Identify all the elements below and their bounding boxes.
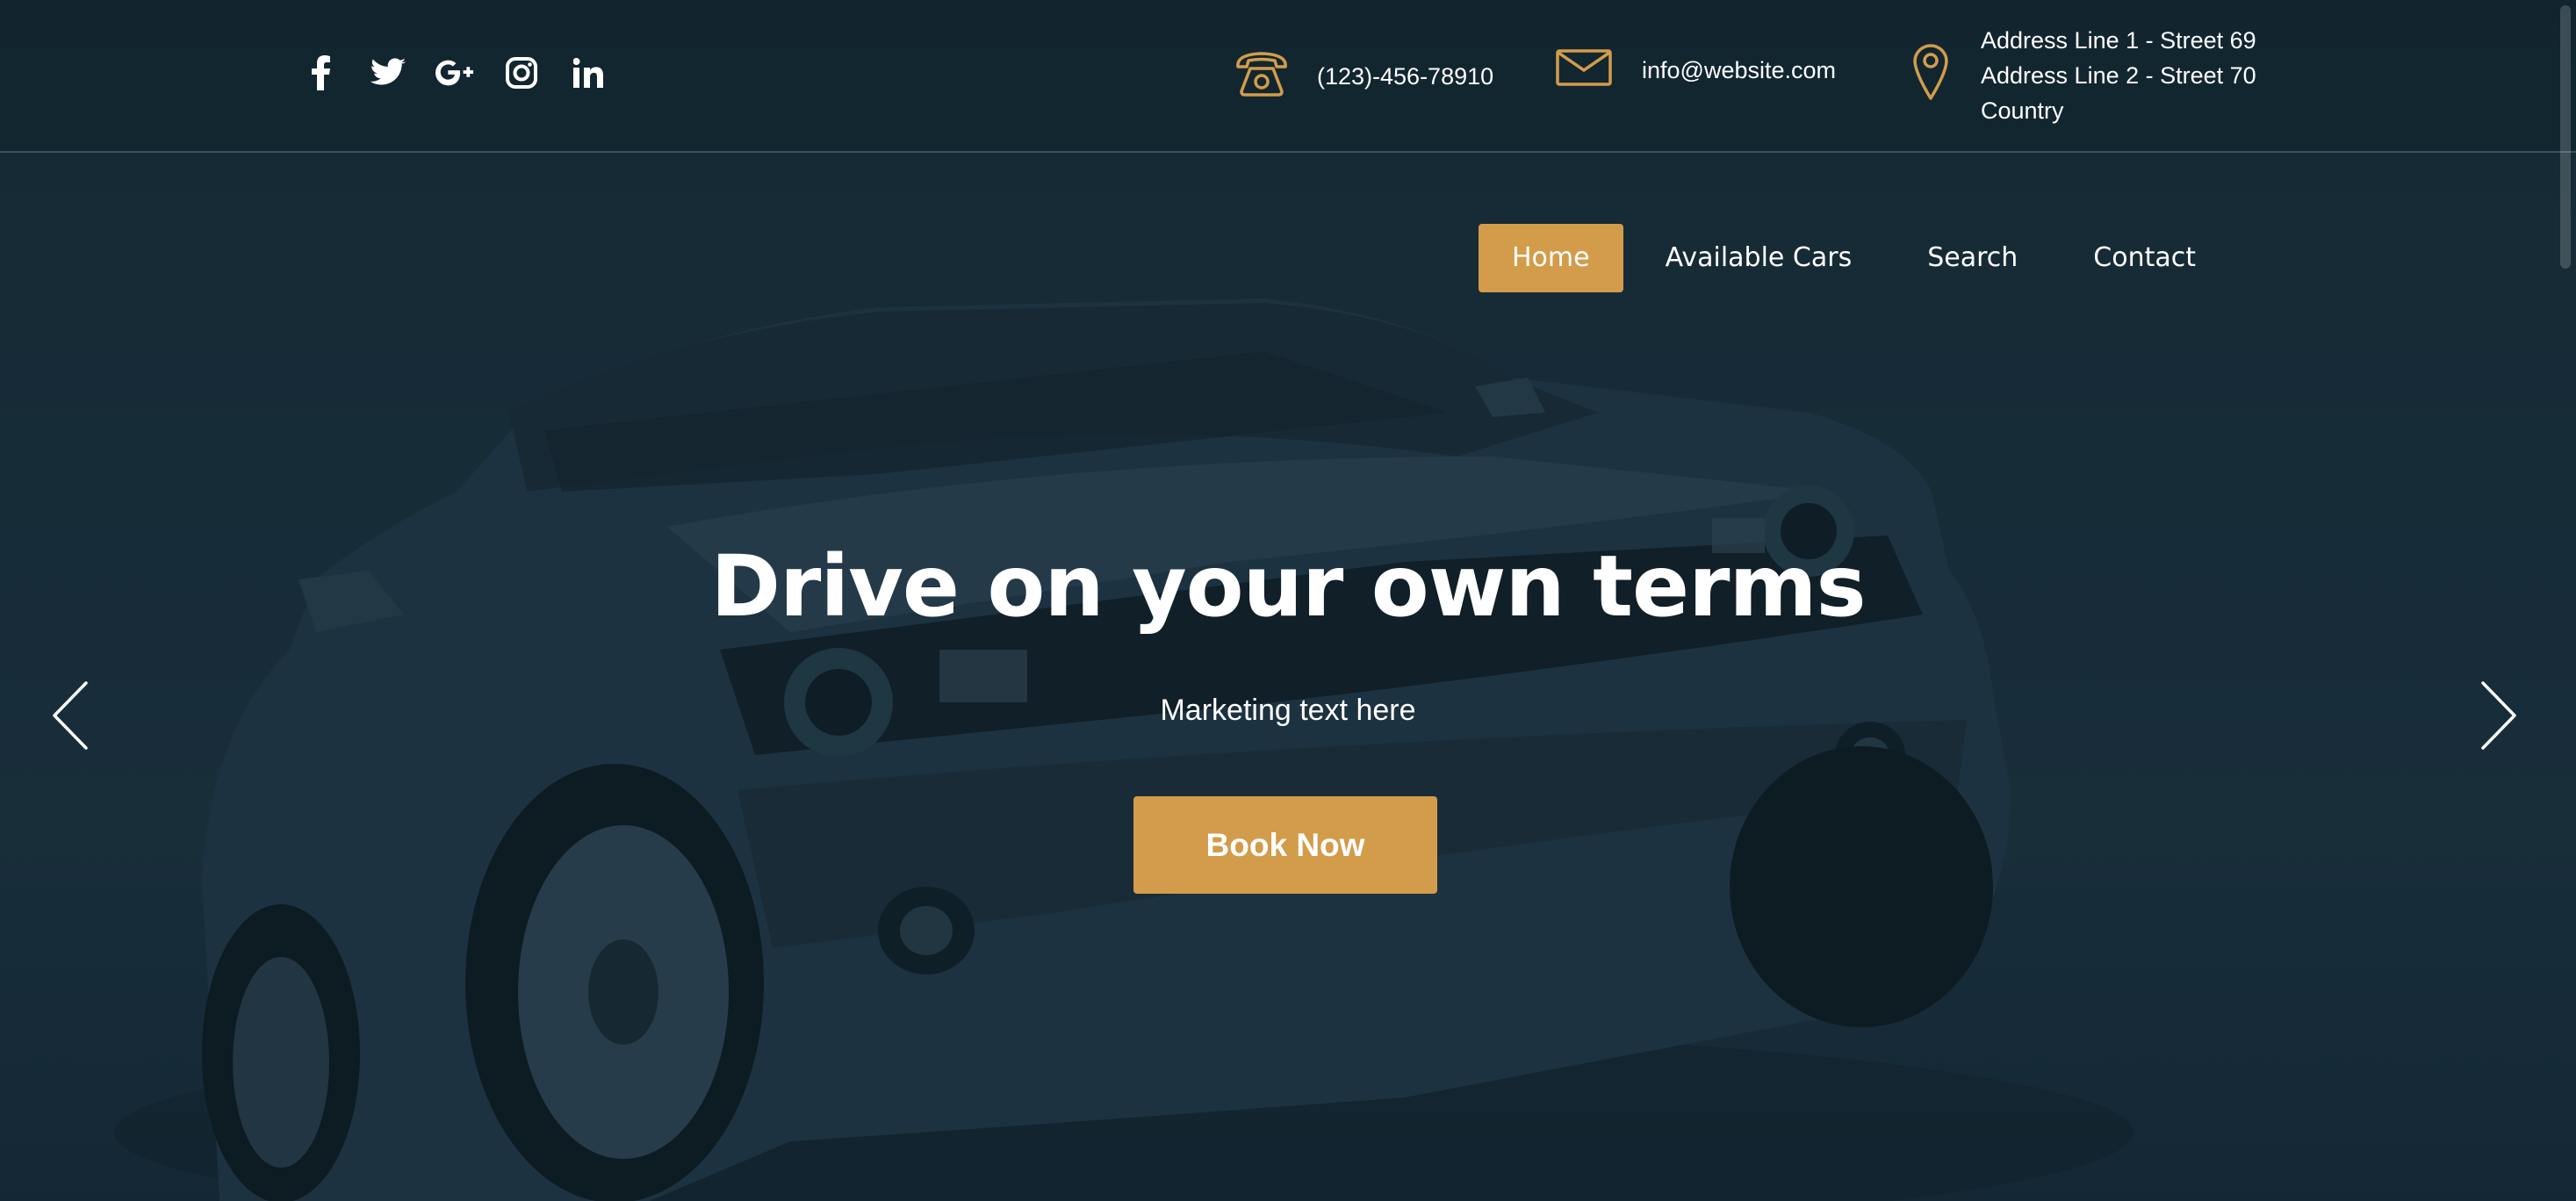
chevron-right-icon[interactable] [2469, 676, 2522, 755]
phone-icon [1233, 49, 1291, 103]
facebook-icon[interactable] [302, 51, 341, 95]
social-links [302, 51, 636, 95]
phone-number[interactable]: (123)-456-78910 [1317, 59, 1493, 94]
main-nav: Home Available Cars Search Contact [1479, 224, 2238, 292]
address-line-2: Address Line 2 - Street 70 [1981, 62, 2256, 89]
nav-available-cars[interactable]: Available Cars [1632, 224, 1886, 292]
scrollbar[interactable] [2560, 5, 2571, 269]
instagram-icon[interactable] [502, 51, 541, 95]
phone-contact: (123)-456-78910 [1233, 49, 1493, 103]
address-country: Country [1981, 97, 2064, 124]
envelope-icon [1556, 49, 1612, 90]
twitter-icon[interactable] [369, 51, 407, 95]
hero-title: Drive on your own terms [710, 537, 1866, 636]
nav-search[interactable]: Search [1894, 224, 2051, 292]
google-plus-icon[interactable] [435, 51, 474, 95]
book-now-button[interactable]: Book Now [1133, 796, 1437, 894]
chevron-left-icon[interactable] [47, 676, 100, 755]
address-lines: Address Line 1 - Street 69 Address Line … [1981, 23, 2256, 128]
map-pin-icon [1912, 42, 1949, 104]
linkedin-icon[interactable] [569, 51, 608, 95]
nav-home[interactable]: Home [1479, 224, 1623, 292]
nav-contact[interactable]: Contact [2060, 224, 2229, 292]
email-contact: info@website.com [1556, 49, 1836, 90]
address-line-1: Address Line 1 - Street 69 [1981, 27, 2256, 54]
hero-subtitle: Marketing text here [1160, 694, 1416, 727]
email-address[interactable]: info@website.com [1642, 53, 1836, 88]
address-contact: Address Line 1 - Street 69 Address Line … [1912, 23, 2256, 128]
top-bar: (123)-456-78910 info@website.com Address… [0, 0, 2576, 153]
